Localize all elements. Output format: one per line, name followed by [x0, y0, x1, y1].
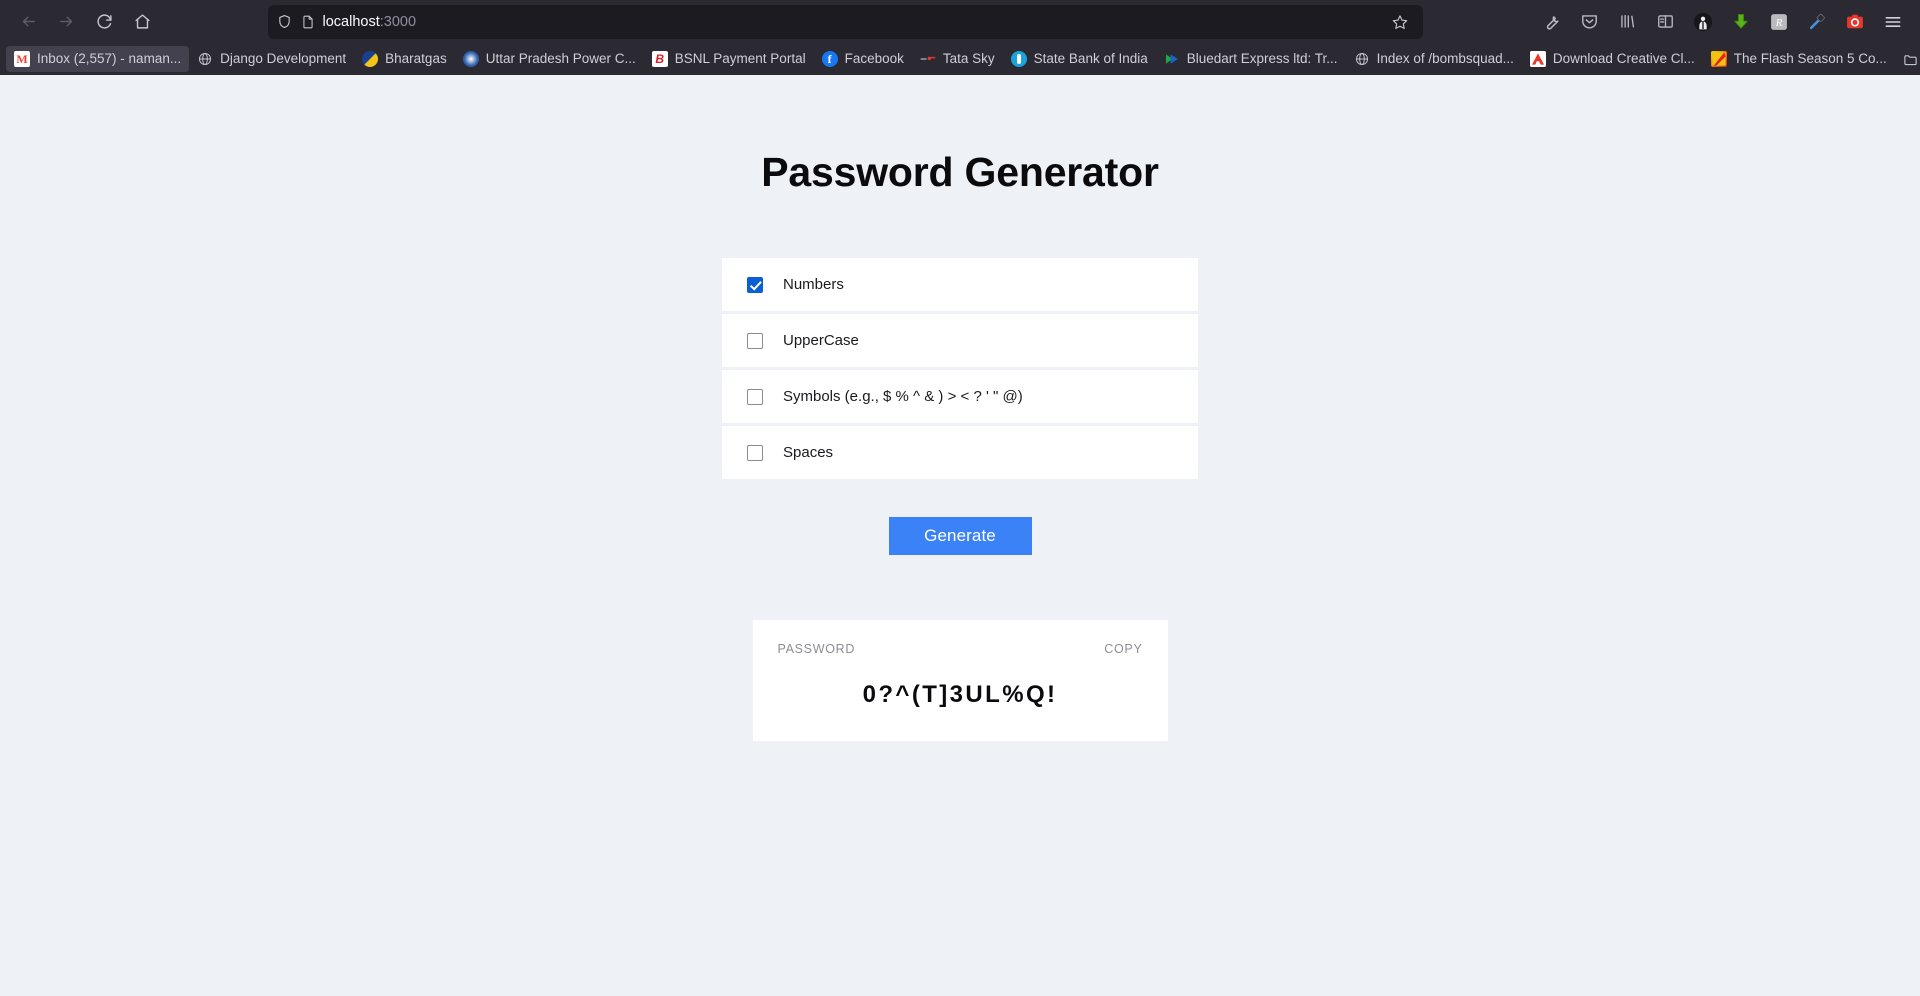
screenshot-camera-icon[interactable]: [1838, 6, 1872, 38]
shield-icon[interactable]: [277, 14, 293, 30]
bookmark-item-bombsquad-index[interactable]: Index of /bombsquad...: [1346, 46, 1522, 72]
option-label: Spaces: [783, 443, 834, 461]
bookmark-item-tatasky[interactable]: Tata Sky: [912, 46, 1003, 72]
facebook-icon: f: [821, 51, 838, 67]
bookmarks-bar: M Inbox (2,557) - naman... Django Develo…: [0, 43, 1920, 75]
urlbar-container: localhost:3000: [162, 4, 1528, 39]
bookmark-item-django[interactable]: Django Development: [189, 46, 354, 72]
bookmark-label: Facebook: [844, 51, 904, 66]
bookmark-item-bluedart[interactable]: Bluedart Express ltd: Tr...: [1156, 46, 1346, 72]
option-row-spaces[interactable]: Spaces: [722, 426, 1198, 479]
option-label: Numbers: [783, 275, 844, 293]
r-extension-icon[interactable]: R: [1762, 6, 1796, 38]
browser-chrome: localhost:3000 R M Inbox (2,557) - naman…: [0, 0, 1920, 75]
bookmark-label: Bharatgas: [385, 51, 447, 66]
globe-icon: [197, 51, 213, 67]
option-label: UpperCase: [783, 331, 859, 349]
option-row-symbols[interactable]: Symbols (e.g., $ % ^ & ) > < ? ' " @): [722, 370, 1198, 423]
uppcl-icon: [462, 51, 479, 67]
gmail-icon: M: [14, 51, 30, 67]
page-content: Password Generator Numbers UpperCase Sym…: [0, 75, 1920, 996]
bookmark-item-sbi[interactable]: State Bank of India: [1003, 46, 1156, 72]
option-label: Symbols (e.g., $ % ^ & ) > < ? ' " @): [783, 387, 1023, 405]
bookmark-label: Bluedart Express ltd: Tr...: [1186, 51, 1338, 66]
url-port: :3000: [379, 13, 417, 30]
bharatgas-icon: [362, 51, 379, 67]
url-host: localhost: [322, 13, 380, 30]
option-row-numbers[interactable]: Numbers: [722, 258, 1198, 311]
profile-avatar-icon[interactable]: [1686, 6, 1720, 38]
checkbox-numbers[interactable]: [747, 276, 763, 293]
bookmark-star-icon[interactable]: [1386, 8, 1414, 36]
page-title: Password Generator: [761, 149, 1159, 195]
sidebar-icon[interactable]: [1648, 6, 1682, 38]
adobe-icon: [1529, 51, 1546, 67]
checkbox-uppercase[interactable]: [747, 332, 763, 349]
bookmark-label: Django Development: [220, 51, 347, 66]
bluedart-icon: [1164, 51, 1180, 67]
generate-button-container: Generate: [0, 517, 1920, 555]
password-label: PASSWORD: [777, 642, 856, 656]
reload-icon: [96, 13, 113, 30]
home-icon: [134, 13, 151, 30]
password-result-card: PASSWORD COPY 0?^(T]3UL%Q!: [752, 620, 1168, 741]
bookmark-label: Uttar Pradesh Power C...: [485, 51, 636, 66]
option-row-uppercase[interactable]: UpperCase: [722, 314, 1198, 367]
bookmark-label: State Bank of India: [1033, 51, 1148, 66]
bookmark-item-bharatgas[interactable]: Bharatgas: [354, 46, 455, 72]
checkbox-symbols[interactable]: [747, 388, 763, 405]
back-button[interactable]: [10, 5, 46, 39]
bookmark-item-adobe-cc[interactable]: Download Creative Cl...: [1522, 46, 1703, 72]
bookmark-label: Download Creative Cl...: [1552, 51, 1695, 66]
checkbox-spaces[interactable]: [747, 444, 763, 461]
navigation-toolbar: localhost:3000 R: [0, 0, 1920, 43]
address-bar[interactable]: localhost:3000: [267, 4, 1423, 39]
bookmark-label: Inbox (2,557) - naman...: [37, 51, 182, 66]
pocket-icon[interactable]: [1572, 6, 1606, 38]
sbi-icon: [1010, 51, 1027, 67]
bookmark-item-bsnl[interactable]: B BSNL Payment Portal: [644, 46, 814, 72]
copy-button[interactable]: COPY: [1104, 642, 1142, 656]
home-button[interactable]: [124, 5, 160, 39]
toolbar-icons: R: [1530, 6, 1910, 38]
bookmark-item-uppcl[interactable]: Uttar Pradesh Power C...: [455, 46, 644, 72]
reload-button[interactable]: [86, 5, 122, 39]
svg-text:R: R: [1775, 17, 1783, 29]
bsnl-icon: B: [651, 51, 668, 67]
bookmark-item-facebook[interactable]: f Facebook: [814, 46, 912, 72]
bookmark-item-gmail[interactable]: M Inbox (2,557) - naman...: [6, 46, 190, 72]
generate-button[interactable]: Generate: [888, 517, 1032, 555]
library-icon[interactable]: [1610, 6, 1644, 38]
globe-icon: [1354, 51, 1370, 67]
bookmark-label: Tata Sky: [942, 51, 995, 66]
bookmark-item-flash-season[interactable]: The Flash Season 5 Co...: [1703, 46, 1895, 72]
bookmark-item-designing-folder[interactable]: Designing: [1895, 46, 1920, 72]
password-options-list: Numbers UpperCase Symbols (e.g., $ % ^ &…: [722, 258, 1198, 479]
tatasky-icon: [920, 51, 936, 67]
bookmark-label: BSNL Payment Portal: [674, 51, 806, 66]
hamburger-menu-icon[interactable]: [1876, 6, 1910, 38]
page-document-icon[interactable]: [300, 14, 316, 30]
flash-icon: [1710, 51, 1727, 67]
wrench-icon[interactable]: [1534, 6, 1568, 38]
url-text: localhost:3000: [323, 5, 1379, 39]
download-arrow-icon[interactable]: [1724, 6, 1758, 38]
back-arrow-icon: [20, 13, 37, 30]
folder-icon: [1903, 51, 1919, 67]
eyedropper-icon[interactable]: [1800, 6, 1834, 38]
bookmark-label: The Flash Season 5 Co...: [1733, 51, 1887, 66]
bookmark-label: Index of /bombsquad...: [1376, 51, 1514, 66]
forward-button[interactable]: [48, 5, 84, 39]
generated-password-value: 0?^(T]3UL%Q!: [862, 681, 1058, 708]
result-card-header: PASSWORD COPY: [778, 642, 1143, 656]
forward-arrow-icon: [58, 13, 75, 30]
